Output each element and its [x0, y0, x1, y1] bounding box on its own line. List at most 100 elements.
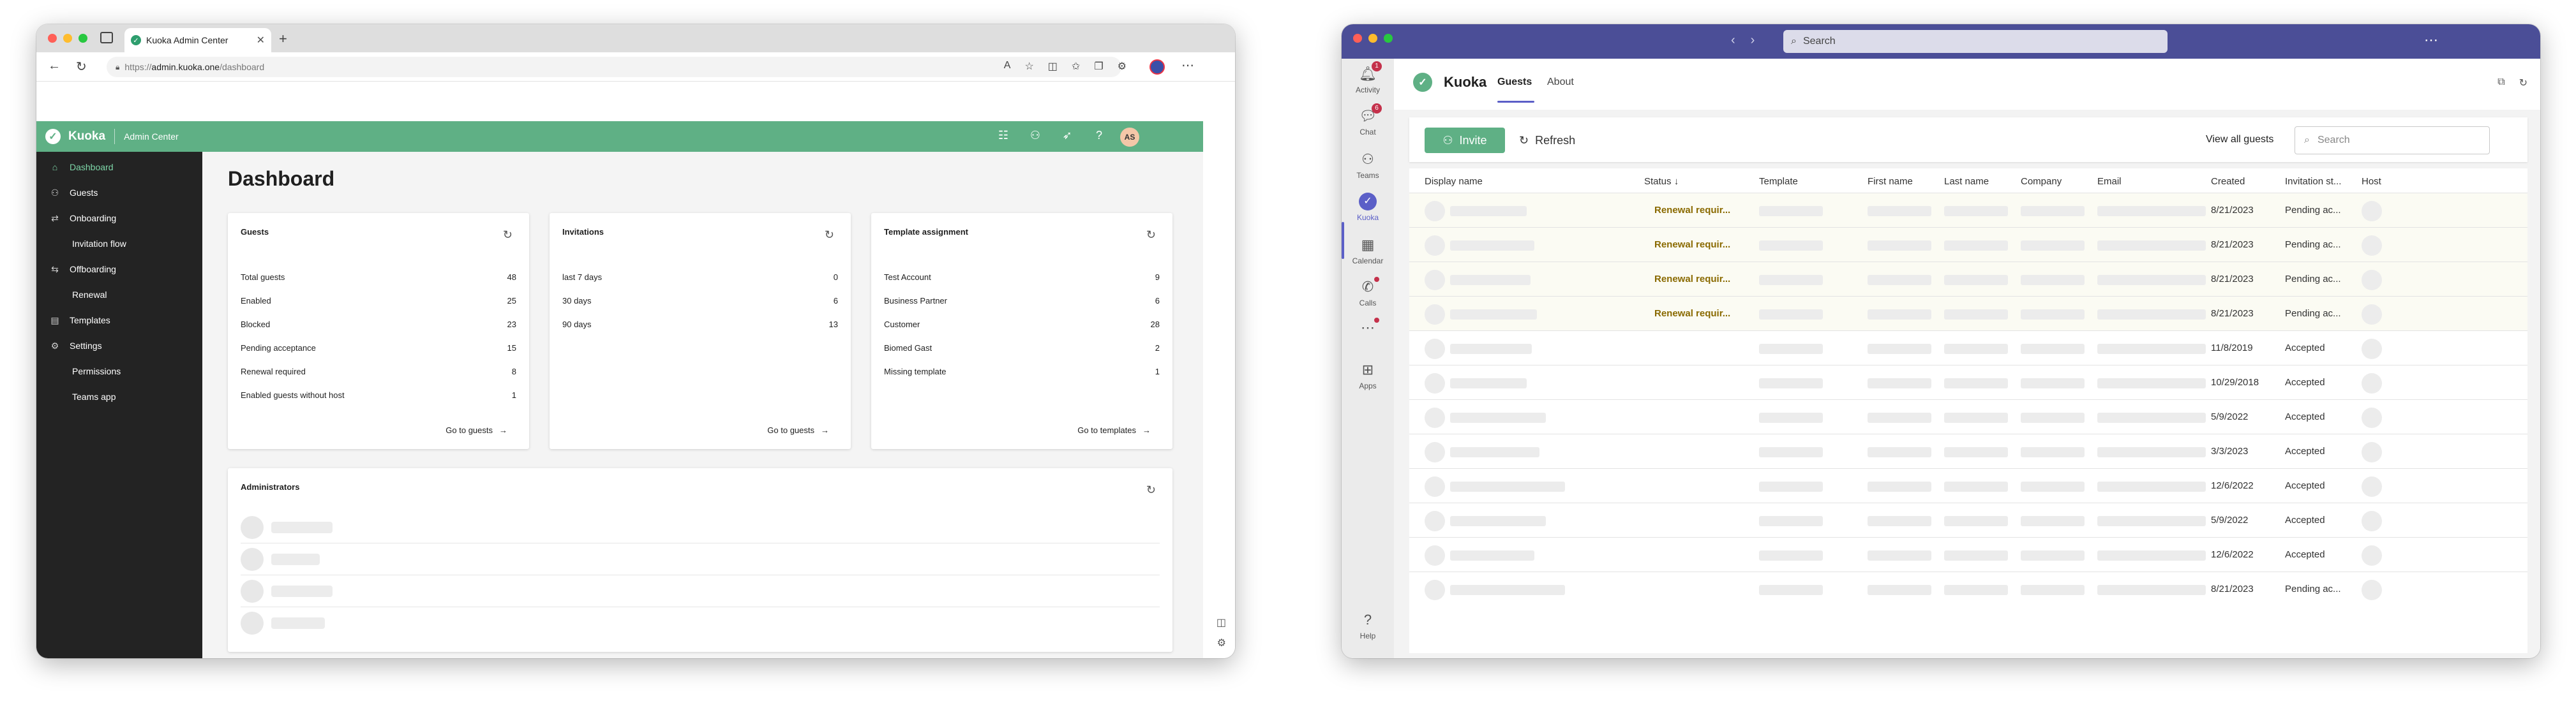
sidebar-item-teams-app[interactable]: Teams app — [36, 384, 202, 409]
url-field[interactable]: 🔒︎ https://admin.kuoka.one/dashboard — [107, 57, 1121, 77]
column-header[interactable]: Email — [2097, 176, 2122, 187]
loading-placeholder — [1450, 344, 1532, 354]
table-row[interactable]: 12/6/2022 Accepted — [1409, 537, 2527, 572]
column-header[interactable]: Status ↓ — [1644, 176, 1679, 187]
tab-about[interactable]: About — [1547, 77, 1574, 88]
refresh-icon[interactable]: ↻ — [1146, 483, 1156, 497]
refresh-icon[interactable]: ↻ — [1146, 228, 1156, 242]
popout-icon[interactable]: ⧉ — [2497, 77, 2505, 89]
minimize-window-button[interactable] — [63, 34, 72, 43]
rail-item-more[interactable]: ⋯ — [1342, 318, 1394, 339]
rail-item-calls[interactable]: ✆ Calls — [1342, 277, 1394, 307]
settings-gear-icon[interactable]: ⚙ — [1217, 637, 1226, 649]
stat-row: Blocked 23 — [241, 313, 516, 336]
stat-row: Enabled 25 — [241, 289, 516, 313]
refresh-icon[interactable]: ↻ — [503, 228, 513, 242]
column-header[interactable]: Host — [2362, 176, 2381, 187]
help-icon[interactable]: ? — [1092, 129, 1106, 142]
rail-item-chat[interactable]: 💬︎ 6 Chat — [1342, 103, 1394, 136]
users-settings-icon[interactable]: ⚇ — [1028, 129, 1042, 142]
rail-item-help[interactable]: ? Help — [1342, 611, 1394, 640]
sidebar-item-settings[interactable]: ⚙ Settings — [36, 333, 202, 358]
table-row[interactable]: 5/9/2022 Accepted — [1409, 503, 2527, 537]
column-header[interactable]: Invitation st... — [2285, 176, 2341, 187]
reload-icon[interactable]: ↻ — [2519, 77, 2527, 89]
table-row[interactable]: Renewal requir... 8/21/2023 Pending ac... — [1409, 262, 2527, 297]
extensions-icon[interactable]: ⚙ — [1118, 60, 1127, 73]
new-tab-icon[interactable]: + — [279, 31, 287, 47]
close-window-button[interactable] — [48, 34, 57, 43]
back-icon[interactable]: ← — [48, 59, 61, 73]
sidebar-item-permissions[interactable]: Permissions — [36, 358, 202, 384]
refresh-button[interactable]: ↻ Refresh — [1519, 128, 1575, 153]
sidebar-item-dashboard[interactable]: ⌂ Dashboard — [36, 154, 202, 180]
go-to-guests-link[interactable]: Go to guests → — [767, 425, 829, 435]
refresh-icon[interactable]: ↻ — [825, 228, 834, 242]
rail-item-calendar[interactable]: ▦ Calendar — [1342, 236, 1394, 265]
url-path: /dashboard — [220, 62, 265, 72]
loading-placeholder — [1759, 585, 1823, 595]
split-screen-icon[interactable]: ◫ — [1048, 60, 1058, 73]
favorite-star-icon[interactable]: ☆ — [1024, 60, 1033, 73]
forward-icon[interactable]: › — [1751, 33, 1755, 48]
maximize-window-button[interactable] — [79, 34, 87, 43]
table-row[interactable]: 11/8/2019 Accepted — [1409, 330, 2527, 365]
sidebar-item-guests[interactable]: ⚇ Guests — [36, 180, 202, 205]
column-header[interactable]: Display name — [1425, 176, 1483, 187]
column-header[interactable]: Company — [2021, 176, 2062, 187]
loading-placeholder — [1868, 585, 1931, 595]
user-avatar[interactable]: AS — [1120, 128, 1139, 147]
maximize-window-button[interactable] — [1384, 34, 1393, 43]
rail-item-activity[interactable]: 🔔︎ 1 Activity — [1342, 61, 1394, 94]
favorites-icon[interactable]: ✩ — [1072, 60, 1080, 73]
rail-label: Calendar — [1352, 256, 1384, 265]
rail-item-teams[interactable]: ⚇ Teams — [1342, 151, 1394, 180]
sidebar-item-onboarding[interactable]: ⇄ Onboarding — [36, 205, 202, 231]
collections-icon[interactable]: ❐ — [1094, 60, 1103, 73]
guest-search-input[interactable]: ⌕ Search — [2295, 126, 2490, 154]
close-tab-icon[interactable]: ✕ — [257, 34, 265, 47]
sidebar-item-offboarding[interactable]: ⇆ Offboarding — [36, 256, 202, 282]
learn-icon[interactable]: ☷ — [996, 129, 1010, 142]
rocket-icon[interactable]: ➶ — [1060, 129, 1074, 142]
rail-item-kuoka[interactable]: ✓ Kuoka — [1342, 193, 1394, 222]
loading-placeholder — [1944, 516, 2008, 526]
browser-tab[interactable]: ✓ Kuoka Admin Center ✕ — [124, 28, 271, 52]
close-window-button[interactable] — [1353, 34, 1362, 43]
read-aloud-icon[interactable]: A — [1004, 60, 1011, 73]
table-row[interactable]: 8/21/2023 Pending ac... — [1409, 572, 2527, 606]
column-header[interactable]: Template — [1759, 176, 1798, 187]
invite-button[interactable]: ⚇ Invite — [1425, 128, 1505, 153]
sidebar-item-templates[interactable]: ▤ Templates — [36, 307, 202, 333]
rail-label: Kuoka — [1356, 213, 1379, 222]
table-row[interactable]: 3/3/2023 Accepted — [1409, 434, 2527, 468]
sidebar-toggle-icon[interactable]: ◫ — [1217, 616, 1226, 629]
profile-avatar[interactable] — [1149, 59, 1165, 75]
sidebar-item-invitation-flow[interactable]: Invitation flow — [36, 231, 202, 256]
more-options-icon[interactable]: ⋯ — [1181, 57, 1194, 73]
minimize-window-button[interactable] — [1368, 34, 1377, 43]
back-icon[interactable]: ‹ — [1731, 33, 1735, 48]
loading-placeholder — [1868, 378, 1931, 388]
active-tab-underline — [1497, 101, 1534, 103]
table-row[interactable]: Renewal requir... 8/21/2023 Pending ac... — [1409, 193, 2527, 228]
rail-item-apps[interactable]: ⊞ Apps — [1342, 361, 1394, 390]
table-row[interactable]: Renewal requir... 8/21/2023 Pending ac... — [1409, 227, 2527, 262]
teams-search-input[interactable]: ⌕ Search — [1783, 30, 2168, 53]
created-cell: 5/9/2022 — [2211, 515, 2249, 526]
column-header[interactable]: Last name — [1944, 176, 1989, 187]
go-to-templates-link[interactable]: Go to templates → — [1077, 425, 1151, 435]
view-all-guests-dropdown[interactable]: View all guests — [2206, 134, 2273, 145]
table-row[interactable]: 12/6/2022 Accepted — [1409, 468, 2527, 503]
table-row[interactable]: 5/9/2022 Accepted — [1409, 399, 2527, 434]
sidebar-item-renewal[interactable]: Renewal — [36, 282, 202, 307]
more-options-icon[interactable]: ⋯ — [2424, 32, 2438, 48]
tab-guests[interactable]: Guests — [1497, 77, 1532, 88]
table-row[interactable]: Renewal requir... 8/21/2023 Pending ac... — [1409, 296, 2527, 331]
tab-actions-icon[interactable] — [100, 32, 113, 43]
column-header[interactable]: Created — [2211, 176, 2245, 187]
go-to-guests-link[interactable]: Go to guests → — [446, 425, 507, 435]
table-row[interactable]: 10/29/2018 Accepted — [1409, 365, 2527, 399]
reload-icon[interactable]: ↻ — [76, 59, 87, 75]
column-header[interactable]: First name — [1868, 176, 1913, 187]
